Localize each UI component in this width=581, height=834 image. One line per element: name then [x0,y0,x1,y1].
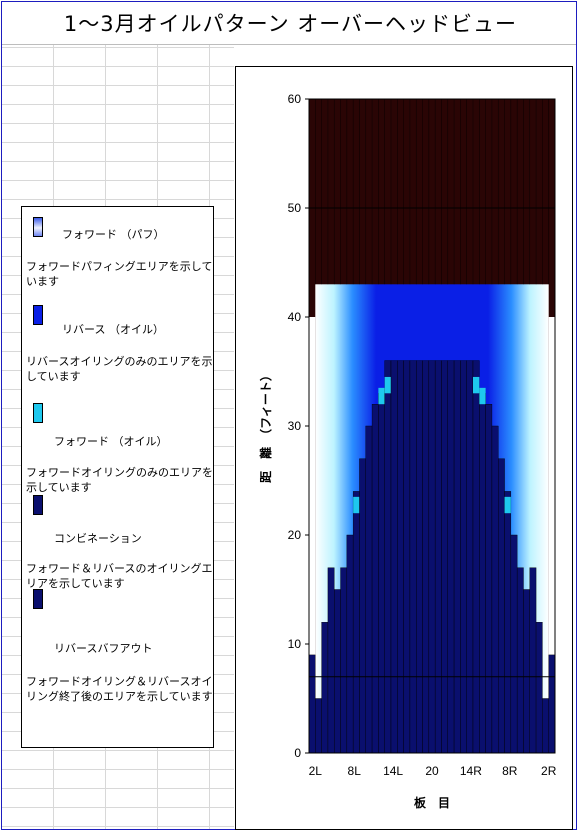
legend-swatch-reverse-oil [33,305,43,325]
combination-board-18 [416,360,423,754]
combination-board-32 [504,491,512,754]
combination-board-7 [346,534,354,754]
y-tick-label-10: 10 [288,637,302,651]
x-tick-label-8R: 8R [502,764,518,778]
combination-board-12 [378,393,385,754]
combination-board-33 [510,534,518,754]
legend-label-combination: コンビネーション [54,532,142,545]
combination-board-36 [529,567,537,754]
combination-board-35 [523,589,530,754]
combination-board-28 [479,393,486,754]
legend-swatch-reverse-buff-out [33,589,43,609]
legend-desc-reverse-buff-out: フォワードオイリング＆リバースオイリング終了後のエリアを示しています [26,675,213,703]
oil-pattern-chart: 0 10 20 30 40 50 60 2L 8L 14L 20 14R 8R 2R 板 目 距 離 （フィー… [258,92,557,810]
forward-oil-mark-13 [384,376,391,394]
combination-board-13 [384,360,392,754]
y-tick-label-30: 30 [288,419,302,433]
combination-board-34 [516,567,524,754]
combination-board-19 [422,360,430,754]
legend-label-forward-oil: フォワード （オイル） [54,435,168,448]
legend-panel: フォワード （パフ） フォワードパフィングエリアを示しています リバース （オイ… [21,206,214,748]
y-tick-label-60: 60 [288,92,302,106]
x-tick-label-2L: 2L [309,764,323,778]
combination-board-27 [472,360,480,754]
x-tick-label-14R: 14R [460,764,482,778]
forward-oil-mark-8 [353,496,360,514]
combination-board-37 [535,622,543,754]
combination-board-2 [315,698,322,754]
y-tick-label-40: 40 [288,310,302,324]
page-title: 1～3月オイルパターン オーバーヘッドビュー [63,12,518,36]
combination-board-23 [447,360,455,754]
legend-desc-reverse-oil: リバースオイリングのみのエリアを示しています [26,355,213,383]
legend-desc-combination: フォワード＆リバースのオイリングエリアを示しています [26,562,213,590]
legend-desc-forward-buff: フォワードパフィングエリアを示しています [26,260,213,288]
legend-swatch-combination [33,495,43,515]
combination-board-17 [409,360,417,754]
legend-label-reverse-oil: リバース （オイル） [62,323,164,336]
x-tick-label-2R: 2R [541,764,557,778]
combination-board-1 [308,654,316,754]
legend-swatch-forward-oil [33,403,43,423]
x-axis-label: 板 目 [414,795,450,810]
combination-board-15 [397,360,404,754]
combination-board-16 [403,360,411,754]
y-tick-label-20: 20 [288,528,302,542]
legend-label-reverse-buff-out: リバースバフアウト [54,642,153,655]
combination-board-25 [460,360,467,754]
combination-board-6 [340,567,348,754]
combination-board-9 [359,458,366,754]
combination-board-21 [434,360,442,754]
combination-board-30 [491,425,499,754]
y-tick-label-0: 0 [294,746,301,760]
combination-board-5 [334,589,341,754]
combination-board-39 [548,654,556,754]
y-tick-label-50: 50 [288,201,302,215]
forward-oil-mark-28 [479,387,486,405]
combination-board-11 [371,404,379,754]
legend-swatch-forward-buff [33,217,43,237]
legend-desc-forward-oil: フォワードオイリングのみのエリアを示しています [26,466,213,494]
combination-board-4 [327,567,335,754]
combination-board-8 [352,491,360,754]
x-tick-label-8L: 8L [348,764,362,778]
combination-board-29 [485,404,493,754]
combination-board-20 [428,360,436,754]
combination-board-38 [542,698,549,754]
combination-board-3 [321,622,329,754]
legend-label-forward-buff: フォワード （パフ） [62,228,165,241]
x-tick-label-20: 20 [425,764,439,778]
combination-board-24 [453,360,461,754]
forward-oil-mark-12 [378,387,385,405]
x-tick-label-14L: 14L [383,764,403,778]
y-axis-label: 距 離 （フィート） [258,369,273,483]
combination-board-22 [441,360,448,754]
forward-oil-mark-27 [473,376,480,394]
combination-board-14 [390,360,398,754]
combination-board-10 [365,425,373,754]
combination-board-26 [466,360,474,754]
chart-area: 0 10 20 30 40 50 60 2L 8L 14L 20 14R 8R 2R 板 目 距 離 （フィー… [235,66,573,830]
combination-board-31 [498,458,505,754]
forward-oil-mark-32 [504,496,511,514]
